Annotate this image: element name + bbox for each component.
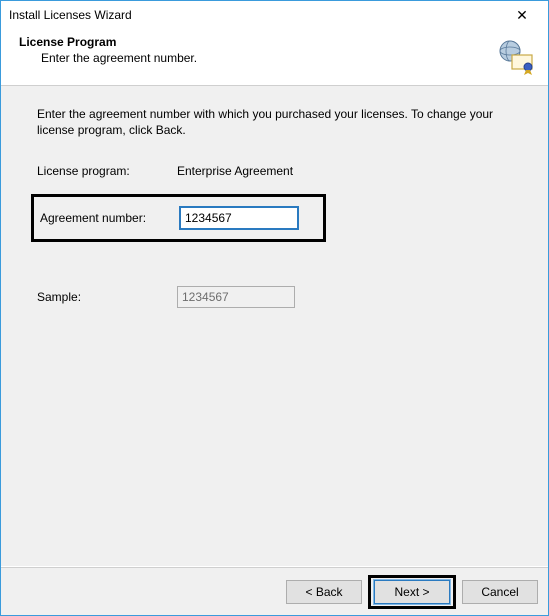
cancel-button[interactable]: Cancel <box>462 580 538 604</box>
next-button[interactable]: Next > <box>374 580 450 604</box>
close-button[interactable]: ✕ <box>502 3 542 27</box>
intro-text: Enter the agreement number with which yo… <box>37 106 512 138</box>
sample-input <box>177 286 295 308</box>
page-subtitle: Enter the agreement number. <box>19 49 538 65</box>
license-program-value: Enterprise Agreement <box>177 164 293 178</box>
window-title: Install Licenses Wizard <box>9 8 132 22</box>
sample-label: Sample: <box>37 290 177 304</box>
close-icon: ✕ <box>516 7 528 24</box>
wizard-content: Enter the agreement number with which yo… <box>1 86 548 566</box>
agreement-highlight: Agreement number: <box>31 194 326 242</box>
agreement-number-input[interactable] <box>180 207 298 229</box>
page-heading: License Program <box>19 35 538 49</box>
agreement-number-label: Agreement number: <box>40 211 180 225</box>
back-button[interactable]: < Back <box>286 580 362 604</box>
wizard-icon <box>496 37 536 77</box>
next-highlight: Next > <box>368 575 456 609</box>
sample-row: Sample: <box>37 286 512 308</box>
wizard-footer: < Back Next > Cancel <box>1 567 548 615</box>
license-program-row: License program: Enterprise Agreement <box>37 164 512 178</box>
license-program-label: License program: <box>37 164 177 178</box>
title-bar: Install Licenses Wizard ✕ <box>1 1 548 29</box>
wizard-header: License Program Enter the agreement numb… <box>1 29 548 85</box>
